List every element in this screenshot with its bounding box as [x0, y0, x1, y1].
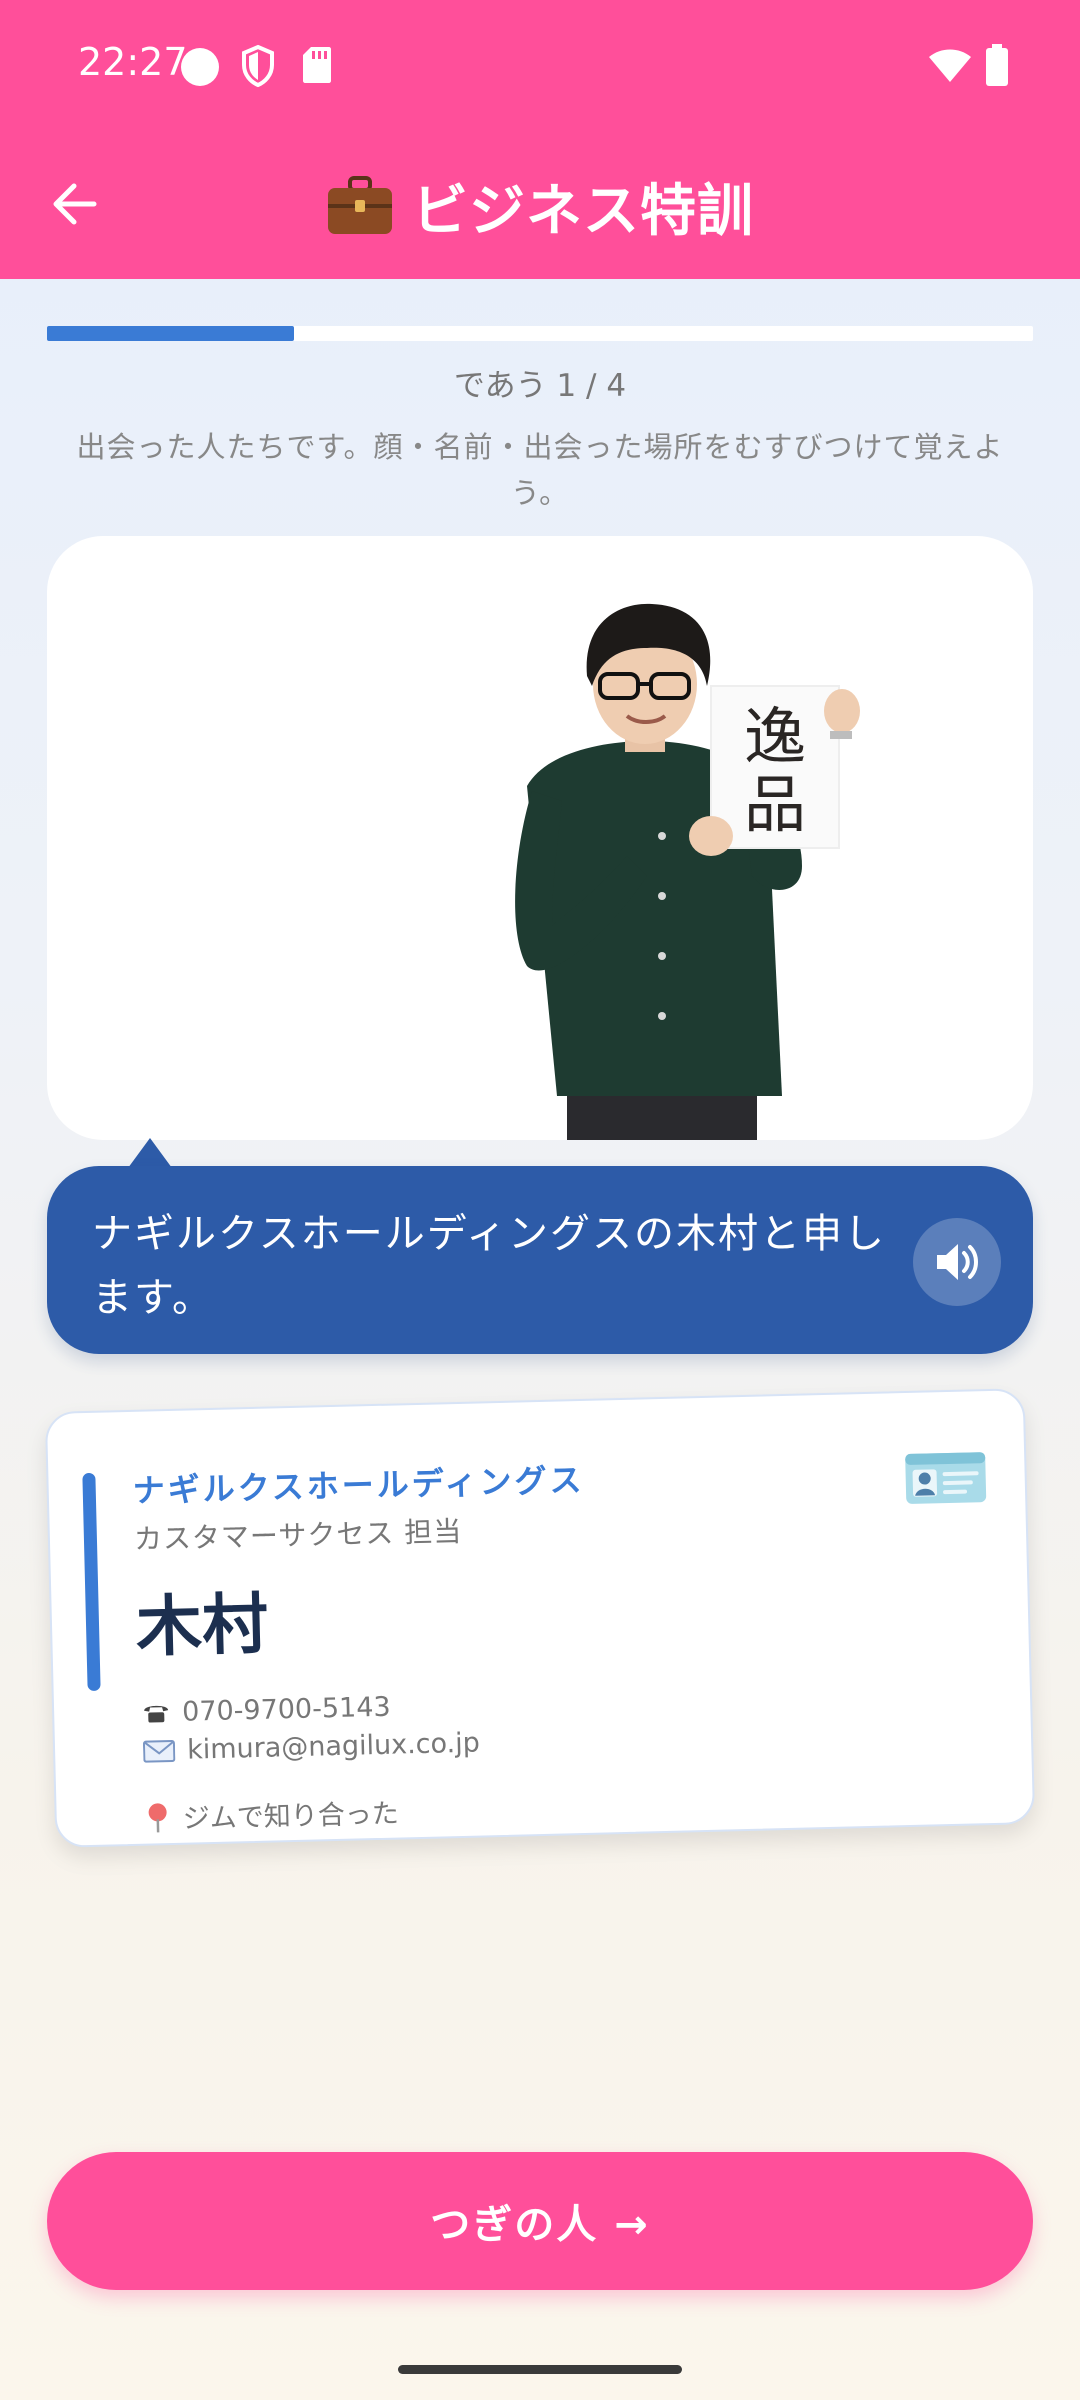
card-email: kimura@nagilux.co.jp	[186, 1727, 481, 1766]
wifi-icon	[929, 49, 971, 82]
sign-char-2: 品	[744, 768, 806, 841]
sd-card-icon	[303, 47, 331, 83]
speech-bubble: ナギルクスホールディングスの木村と申します。	[47, 1166, 1033, 1354]
home-indicator[interactable]	[398, 2365, 682, 2374]
status-bar: 22:27	[0, 0, 1080, 130]
page-title: ビジネス特訓	[0, 168, 1080, 244]
card-phone-line: 070-9700-5143	[142, 1692, 391, 1729]
person-photo: 逸 品	[515, 603, 860, 1140]
id-card-icon	[905, 1452, 987, 1504]
play-audio-button[interactable]	[913, 1218, 1001, 1306]
speech-text: ナギルクスホールディングスの木村と申します。	[92, 1211, 886, 1321]
title-text: ビジネス特訓	[412, 178, 754, 244]
card-role: カスタマーサクセス 担当	[133, 1514, 463, 1556]
person-photo-card: 逸 品	[47, 536, 1033, 1140]
card-email-line: kimura@nagilux.co.jp	[142, 1727, 481, 1767]
speaker-icon	[937, 1244, 978, 1280]
card-person-name: 木村	[135, 1585, 270, 1666]
speech-bubble-tail	[128, 1138, 172, 1168]
next-person-button[interactable]: つぎの人 →	[47, 2152, 1033, 2290]
step-counter: であう 1 / 4	[453, 368, 627, 404]
app-bar: 22:27 ビジネス特訓	[0, 0, 1080, 279]
briefcase-icon	[328, 176, 392, 234]
mail-icon	[142, 1739, 176, 1763]
card-company: ナギルクスホールディングス	[132, 1460, 585, 1510]
card-met-at: ジムで知り合った	[182, 1798, 400, 1835]
phone-icon	[144, 1705, 169, 1723]
status-time: 22:27	[78, 40, 188, 84]
pin-icon	[148, 1802, 167, 1832]
progress-bar	[47, 326, 1033, 341]
business-card: ナギルクスホールディングス カスタマーサクセス 担当 木村 070-9700-5…	[44, 1388, 1036, 1848]
card-accent-bar	[82, 1472, 101, 1692]
card-phone: 070-9700-5143	[181, 1691, 391, 1728]
shield-icon	[242, 44, 274, 88]
circle-icon	[181, 48, 219, 86]
progress-fill	[47, 326, 294, 341]
sign-char-1: 逸	[744, 700, 806, 773]
battery-icon	[986, 44, 1008, 86]
next-button-label: つぎの人 →	[430, 2202, 650, 2248]
instruction-text: 出会った人たちです。顔・名前・出会った場所をむすびつけて覚えよう。	[76, 430, 1004, 510]
card-place-line: ジムで知り合った	[144, 1792, 399, 1837]
